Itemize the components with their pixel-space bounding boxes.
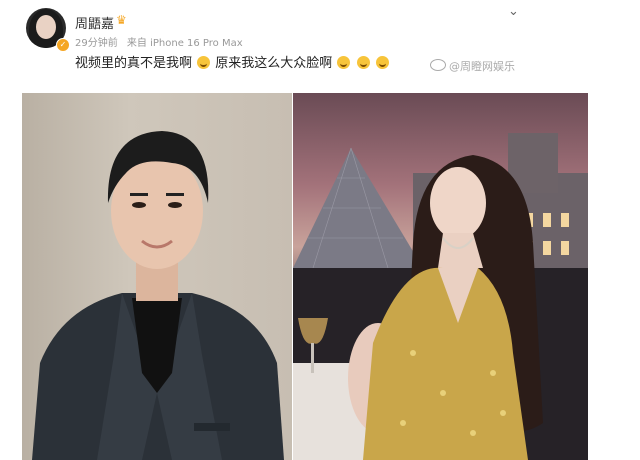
post-image-woman[interactable]: [293, 93, 588, 460]
laughing-emoji-icon: [337, 56, 351, 69]
verified-badge-icon: ✓: [56, 38, 70, 52]
post-time: 29分钟前: [75, 38, 118, 49]
watermark: @周瞪网娱乐: [430, 58, 515, 74]
weibo-icon: [430, 59, 446, 71]
crown-icon: ♛: [116, 13, 127, 27]
post-text-part1: 视频里的真不是我啊: [75, 56, 193, 71]
post-text: 视频里的真不是我啊 原来我这么大众脸啊: [75, 52, 390, 71]
post-text-part2: 原来我这么大众脸啊: [215, 56, 333, 71]
avatar-face: [36, 15, 56, 39]
username[interactable]: 周鼯嘉: [75, 13, 114, 32]
post-image-man[interactable]: [22, 93, 292, 460]
post-source: 来自 iPhone 16 Pro Max: [126, 38, 243, 49]
laughing-emoji-icon: [356, 56, 370, 69]
emoji-icon: [197, 56, 211, 69]
chevron-down-icon[interactable]: ⌄: [508, 4, 519, 19]
laughing-emoji-icon: [375, 56, 389, 69]
post-meta: 29分钟前 来自 iPhone 16 Pro Max: [75, 34, 243, 49]
